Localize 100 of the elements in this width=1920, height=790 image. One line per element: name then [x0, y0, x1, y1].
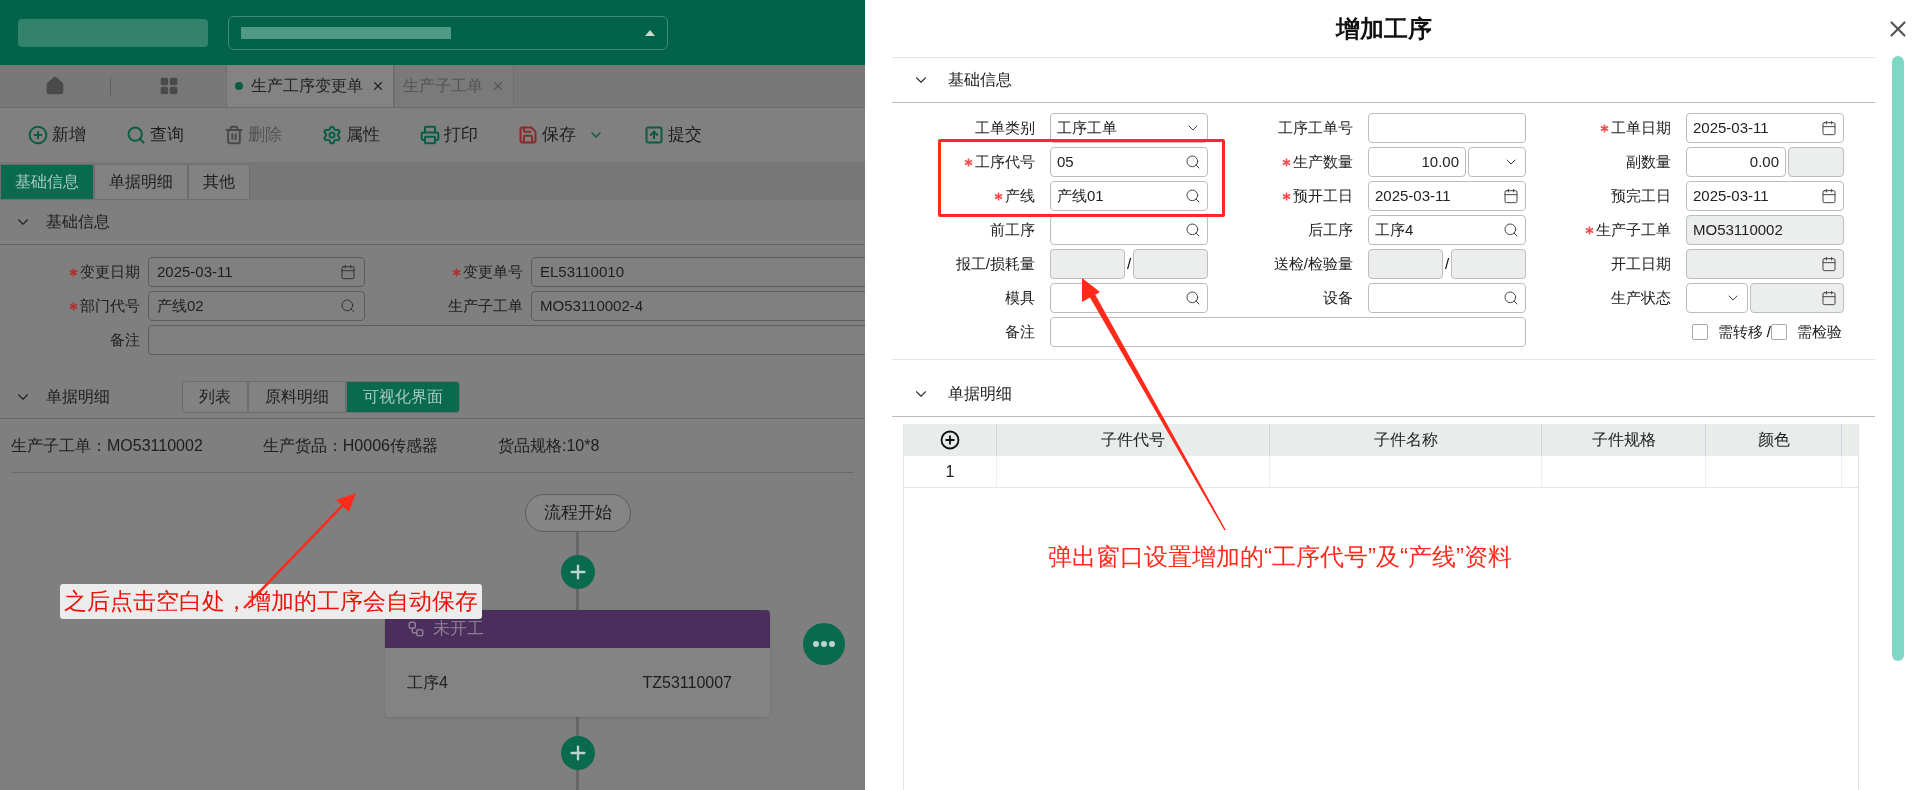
separator-text: / [1766, 321, 1771, 342]
calendar-icon[interactable] [1821, 120, 1837, 136]
save-icon [518, 125, 538, 145]
input-field[interactable] [1368, 113, 1526, 143]
input-field[interactable] [1050, 215, 1208, 245]
add-step-button[interactable] [560, 555, 595, 589]
ellipsis-icon [813, 641, 835, 647]
search-icon[interactable] [1503, 222, 1519, 238]
step-name: 工序4 [407, 672, 448, 693]
input-field[interactable] [1050, 317, 1526, 347]
settings-icon [322, 125, 342, 145]
column-header: 子件规格 [1542, 424, 1706, 456]
field-label: 变更日期 [80, 261, 140, 282]
input-field[interactable]: 产线01 [1050, 181, 1208, 211]
column-header: 颜色 [1706, 424, 1842, 456]
field-label: 生产子工单 [1596, 219, 1671, 240]
home-icon[interactable] [45, 76, 65, 96]
field-label: 副数量 [1626, 151, 1671, 172]
form-tab[interactable]: 基础信息 [0, 164, 94, 200]
field-label: 模具 [1005, 287, 1035, 308]
dialog-title: 增加工序 [1335, 13, 1432, 44]
column-header: 子件名称 [1270, 424, 1542, 456]
input-field[interactable] [1133, 249, 1208, 279]
caret-icon[interactable] [645, 29, 655, 36]
required-mark-icon [1282, 191, 1291, 201]
search-icon [126, 125, 146, 145]
search-icon[interactable] [1185, 290, 1201, 306]
field-label: 预开工日 [1293, 185, 1353, 206]
field-label: 报工/损耗量 [955, 253, 1035, 274]
calendar-icon[interactable] [1821, 290, 1837, 306]
field-label: 产线 [1005, 185, 1035, 206]
form-tab[interactable]: 其他 [188, 164, 250, 200]
step-status: 未开工 [433, 618, 484, 641]
plus-circle-icon [28, 125, 48, 145]
field-label: 开工日期 [1611, 253, 1671, 274]
field-label: 前工序 [990, 219, 1035, 240]
input-field[interactable] [1451, 249, 1526, 279]
search-icon[interactable] [1503, 290, 1519, 306]
field-label: 工单类别 [975, 117, 1035, 138]
input-field[interactable] [1750, 283, 1844, 313]
row-number: 1 [904, 456, 997, 487]
calendar-icon[interactable] [340, 264, 356, 280]
printer-icon [420, 125, 440, 145]
flow-start-node[interactable]: 流程开始 [524, 494, 631, 532]
toolbar-button[interactable]: 打印 [420, 122, 478, 148]
field-label: 工序工单号 [1278, 117, 1353, 138]
add-step-button[interactable] [560, 736, 595, 770]
search-icon[interactable] [1185, 188, 1201, 204]
page-tab[interactable]: 生产工序变更单 [226, 65, 394, 107]
checkbox[interactable]: 需转移 [1691, 320, 1763, 344]
close-icon[interactable] [371, 79, 385, 93]
input-field[interactable]: 2025-03-11 [1686, 181, 1844, 211]
toolbar-button[interactable]: 提交 [644, 122, 702, 148]
view-tab[interactable]: 可视化界面 [346, 380, 460, 413]
required-mark-icon [452, 267, 461, 277]
input-field[interactable] [1050, 283, 1208, 313]
required-mark-icon [1585, 225, 1594, 235]
workflow-icon [407, 620, 425, 638]
input-field[interactable]: 2025-03-11 [1368, 181, 1526, 211]
input-field[interactable]: EL53110010 [531, 257, 865, 287]
separator-text: / [1443, 253, 1451, 274]
form-tab[interactable]: 单据明细 [94, 164, 188, 200]
field-label: 部门代号 [80, 295, 140, 316]
more-button[interactable] [803, 623, 845, 665]
grid-icon[interactable] [158, 76, 179, 96]
required-mark-icon [1282, 157, 1291, 167]
input-field[interactable] [1468, 147, 1526, 177]
checkbox[interactable]: 需检验 [1771, 320, 1842, 344]
view-tab[interactable]: 原料明细 [248, 380, 346, 413]
required-mark-icon [1600, 123, 1609, 133]
field-label: 备注 [1005, 321, 1035, 342]
input-field[interactable]: 产线02 [148, 291, 365, 321]
trash-icon [224, 125, 244, 145]
input-field[interactable] [1788, 147, 1844, 177]
section-title: 基础信息 [46, 212, 110, 232]
input-field[interactable]: 2025-03-11 [148, 257, 365, 287]
view-tab[interactable]: 列表 [182, 380, 248, 413]
input-field[interactable] [148, 325, 865, 355]
search-icon[interactable] [1185, 154, 1201, 170]
calendar-icon[interactable] [1821, 188, 1837, 204]
toolbar-button[interactable]: 属性 [322, 122, 380, 148]
calendar-icon[interactable] [1503, 188, 1519, 204]
input-field[interactable]: 工序4 [1368, 215, 1526, 245]
input-field[interactable]: MO53110002-4 [531, 291, 865, 321]
project-select[interactable] [228, 15, 668, 50]
required-mark-icon [994, 191, 1003, 201]
info-text: 生产子工单：MO53110002 [11, 435, 203, 456]
input-field[interactable]: 10.00 [1368, 147, 1466, 177]
scrollbar[interactable] [1891, 56, 1904, 661]
add-row-icon[interactable] [940, 430, 960, 450]
input-field[interactable] [1686, 283, 1748, 313]
input-field[interactable]: 2025-03-11 [1686, 113, 1844, 143]
field-label: 生产数量 [1293, 151, 1353, 172]
input-field[interactable] [1368, 283, 1526, 313]
input-field[interactable]: 0.00 [1686, 147, 1786, 177]
input-field[interactable]: 05 [1050, 147, 1208, 177]
search-icon[interactable] [1185, 222, 1201, 238]
toolbar-button[interactable]: 保存 [518, 122, 604, 148]
toolbar-button[interactable]: 新增 [28, 122, 86, 148]
toolbar-button[interactable]: 查询 [126, 122, 184, 148]
